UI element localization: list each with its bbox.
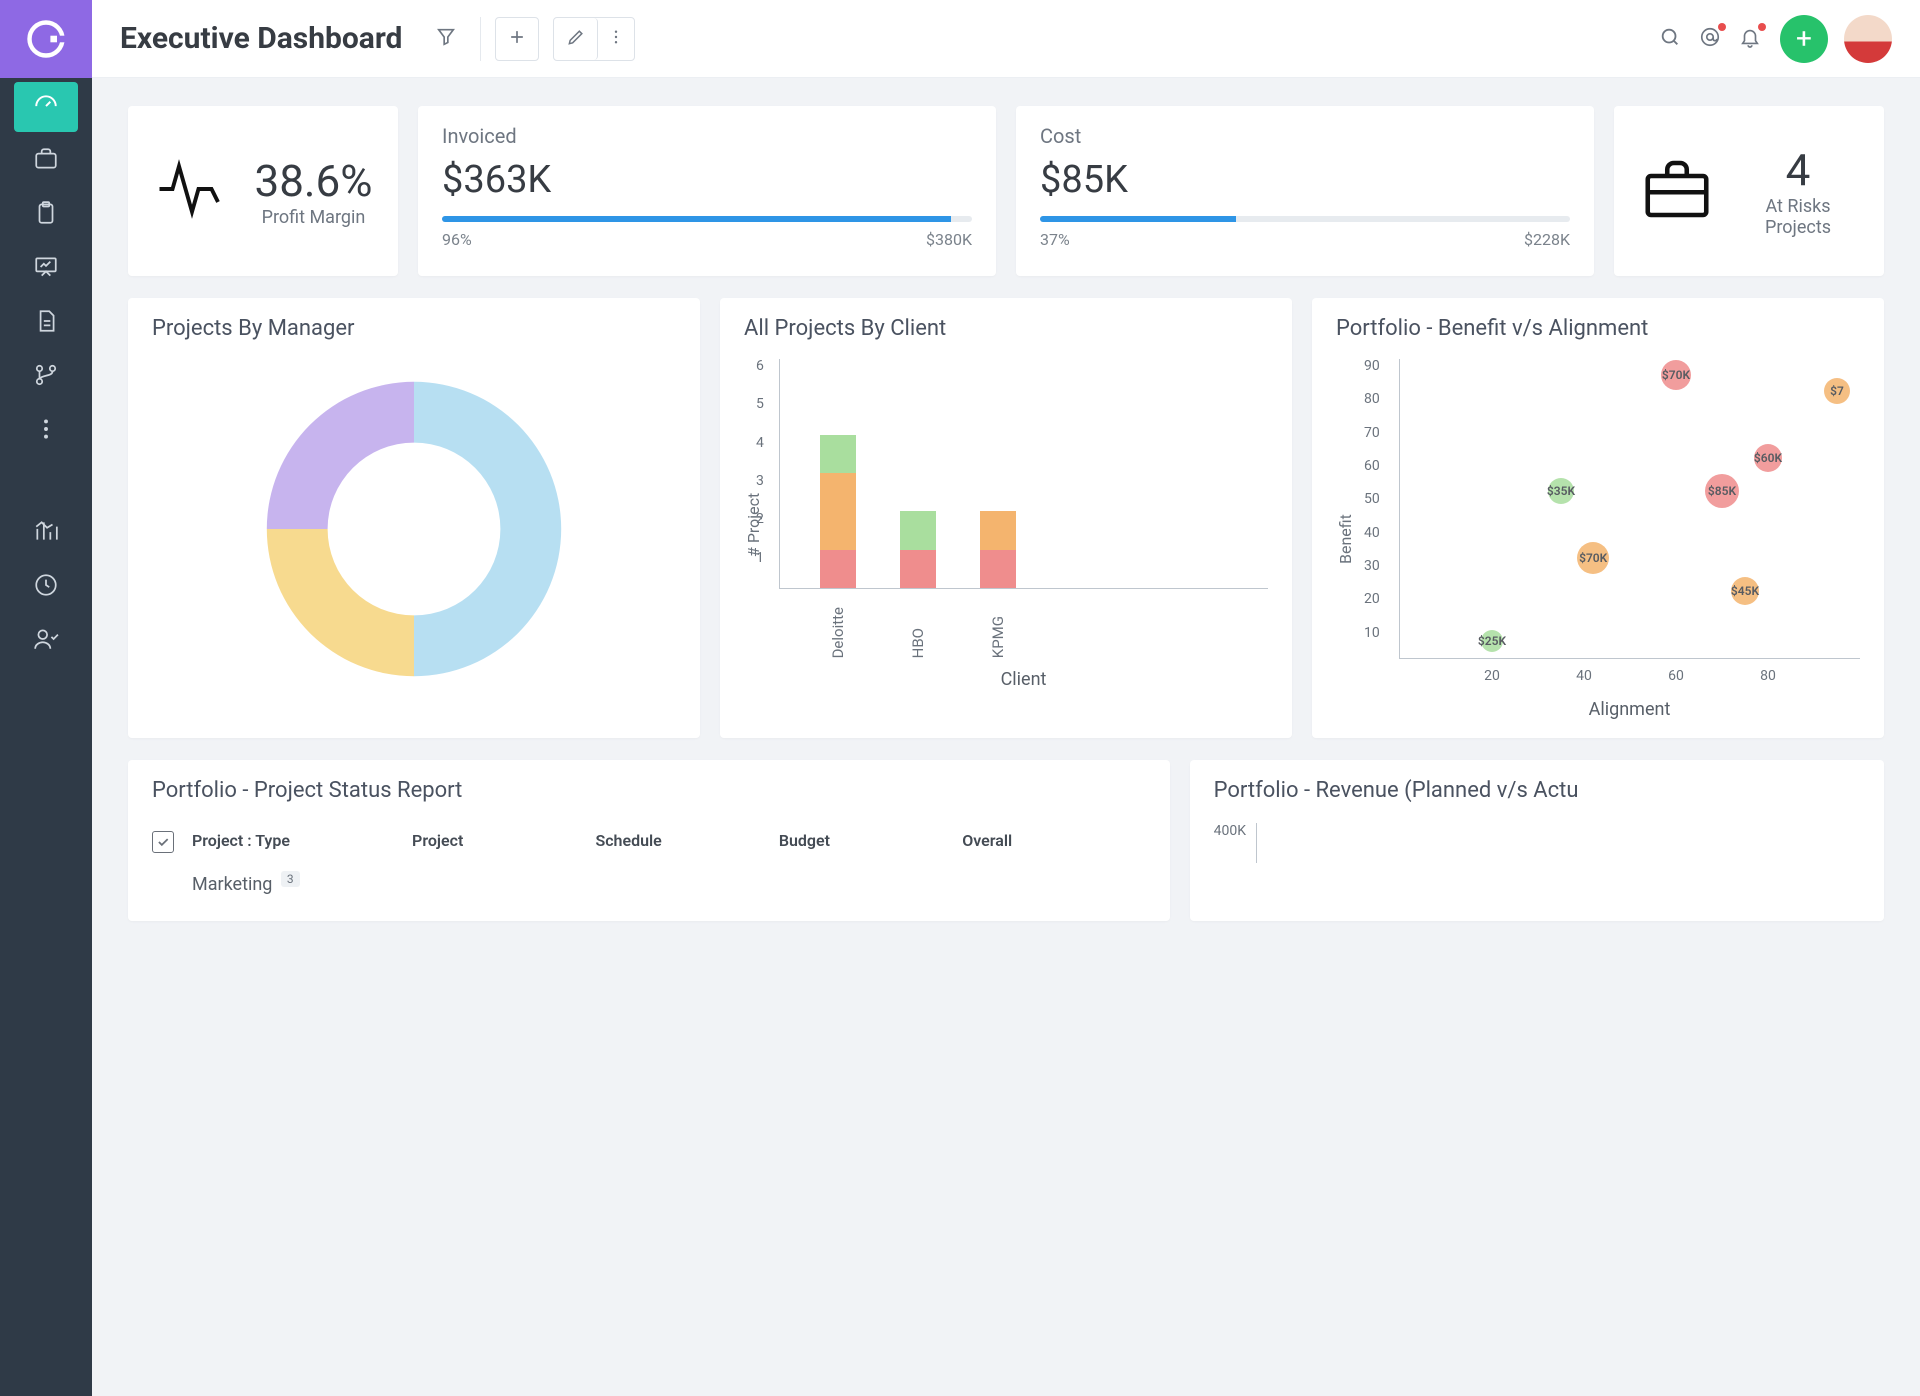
chart-benefit-alignment: Portfolio - Benefit v/s Alignment Benefi…: [1312, 298, 1884, 738]
pencil-icon: [566, 27, 586, 51]
bubble-xlabel: Alignment: [1399, 699, 1860, 720]
sidebar-item-time[interactable]: [14, 562, 78, 612]
git-branch-icon: [33, 362, 59, 392]
revenue-plot: [1256, 823, 1860, 863]
invoiced-progress-pct: 96%: [442, 230, 472, 249]
analytics-icon: [33, 518, 59, 548]
status-table-header: Project : Type Project Schedule Budget O…: [152, 821, 1146, 863]
at-icon: [1699, 26, 1721, 52]
col-overall: Overall: [962, 831, 1145, 853]
kpi-invoiced: Invoiced $363K 96% $380K: [418, 106, 996, 276]
sidebar-item-document[interactable]: [14, 298, 78, 348]
invoiced-value: $363K: [442, 158, 972, 202]
bars-plot: 123456DeloitteHBOKPMG: [779, 359, 1268, 589]
create-button[interactable]: +: [1780, 15, 1828, 63]
plus-icon: +: [1796, 25, 1812, 53]
page-title: Executive Dashboard: [120, 21, 402, 56]
sidebar-item-branch[interactable]: [14, 352, 78, 402]
clipboard-icon: [33, 200, 59, 230]
app-logo[interactable]: [0, 0, 92, 78]
revenue-ytick: 400K: [1214, 823, 1246, 863]
col-project: Project: [412, 831, 595, 853]
kpi-profit-margin: 38.6% Profit Margin: [128, 106, 398, 276]
row-type: Marketing: [192, 874, 272, 895]
search-icon: [1659, 26, 1681, 52]
revenue-card: Portfolio - Revenue (Planned v/s Actu 40…: [1190, 760, 1884, 921]
cost-title: Cost: [1040, 124, 1570, 148]
kpi-cost: Cost $85K 37% $228K: [1016, 106, 1594, 276]
activity-icon: [153, 150, 231, 232]
cost-target: $228K: [1524, 230, 1570, 249]
edit-more-button[interactable]: [598, 18, 634, 60]
sidebar-item-dashboard[interactable]: [14, 82, 78, 132]
col-schedule: Schedule: [595, 831, 778, 853]
add-widget-button[interactable]: [495, 17, 539, 61]
briefcase-icon: [33, 146, 59, 176]
risk-label: At Risks Projects: [1736, 196, 1860, 238]
briefcase-icon: [1638, 150, 1716, 232]
col-project-type: Project : Type: [192, 831, 412, 853]
filter-icon: [435, 26, 457, 52]
sidebar-item-briefcase[interactable]: [14, 136, 78, 186]
user-check-icon: [33, 626, 59, 656]
cost-progress: [1040, 216, 1570, 222]
revenue-title: Portfolio - Revenue (Planned v/s Actu: [1214, 778, 1860, 803]
sidebar-item-presentation[interactable]: [14, 244, 78, 294]
presentation-icon: [33, 254, 59, 284]
invoiced-title: Invoiced: [442, 124, 972, 148]
sidebar-item-more[interactable]: [14, 406, 78, 456]
notifications-button[interactable]: [1730, 19, 1770, 59]
profit-margin-label: Profit Margin: [254, 207, 372, 228]
col-budget: Budget: [779, 831, 962, 853]
row-count-badge: 3: [281, 871, 300, 887]
mentions-button[interactable]: [1690, 19, 1730, 59]
gauge-icon: [33, 92, 59, 122]
risk-value: 4: [1736, 144, 1860, 196]
profit-margin-value: 38.6%: [254, 155, 372, 207]
chart-projects-by-manager: Projects By Manager: [128, 298, 700, 738]
more-vertical-icon: [607, 28, 625, 50]
bell-icon: [1739, 26, 1761, 52]
search-button[interactable]: [1650, 19, 1690, 59]
kpi-risk: 4 At Risks Projects: [1614, 106, 1884, 276]
more-vertical-icon: [33, 416, 59, 446]
bubble-ylabel: Benefit: [1336, 359, 1355, 720]
clock-icon: [33, 572, 59, 602]
sidebar-item-clipboard[interactable]: [14, 190, 78, 240]
donut-chart: [254, 369, 574, 689]
table-row[interactable]: Marketing 3: [152, 863, 1146, 903]
invoiced-progress: [442, 216, 972, 222]
bubble-plot: 10203040506070809020406080$25K$35K$70K$7…: [1399, 359, 1860, 659]
sidebar: [0, 0, 92, 1396]
edit-button[interactable]: [554, 18, 598, 60]
filter-button[interactable]: [426, 19, 466, 59]
chart-projects-by-client: All Projects By Client # Project 123456D…: [720, 298, 1292, 738]
cost-progress-pct: 37%: [1040, 230, 1070, 249]
sidebar-item-analytics[interactable]: [14, 508, 78, 558]
bars-xlabel: Client: [779, 669, 1268, 690]
sidebar-item-users[interactable]: [14, 616, 78, 666]
cost-value: $85K: [1040, 158, 1570, 202]
invoiced-target: $380K: [926, 230, 972, 249]
document-icon: [33, 308, 59, 338]
plus-icon: [507, 27, 527, 51]
status-report-card: Portfolio - Project Status Report Projec…: [128, 760, 1170, 921]
select-all-checkbox[interactable]: [152, 831, 174, 853]
user-avatar[interactable]: [1844, 15, 1892, 63]
topbar: Executive Dashboard: [92, 0, 1920, 78]
status-report-title: Portfolio - Project Status Report: [152, 778, 1146, 803]
donut-title: Projects By Manager: [152, 316, 676, 341]
bars-title: All Projects By Client: [744, 316, 1268, 341]
bubble-title: Portfolio - Benefit v/s Alignment: [1336, 316, 1860, 341]
